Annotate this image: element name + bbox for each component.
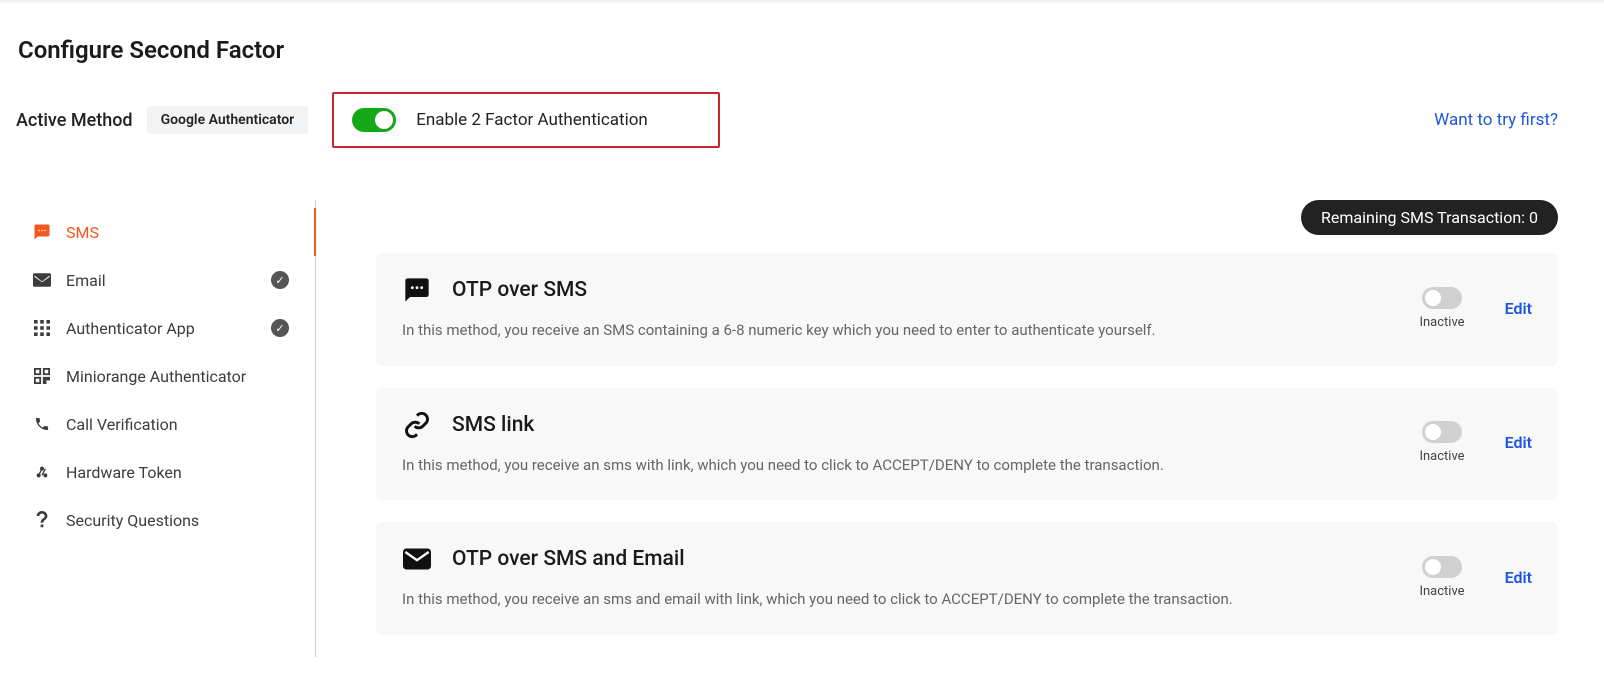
method-status-label: Inactive bbox=[1419, 584, 1464, 599]
sidebar-item-sms[interactable]: SMS bbox=[16, 208, 315, 256]
main-panel: Remaining SMS Transaction: 0 OTP over SM… bbox=[316, 200, 1588, 657]
active-method-label: Active Method bbox=[16, 110, 133, 131]
phone-icon bbox=[32, 414, 52, 434]
method-toggle[interactable] bbox=[1422, 287, 1462, 309]
method-toggle[interactable] bbox=[1422, 556, 1462, 578]
method-status-label: Inactive bbox=[1419, 449, 1464, 464]
active-method-badge: Google Authenticator bbox=[147, 106, 309, 134]
edit-link[interactable]: Edit bbox=[1505, 299, 1532, 318]
link-icon bbox=[402, 410, 432, 440]
active-method-block: Active Method Google Authenticator bbox=[16, 106, 308, 134]
question-icon bbox=[32, 510, 52, 530]
method-description: In this method, you receive an SMS conta… bbox=[402, 319, 1399, 342]
sidebar-item-label: Hardware Token bbox=[66, 463, 182, 482]
sidebar-item-label: Security Questions bbox=[66, 511, 199, 530]
check-icon: ✓ bbox=[271, 271, 289, 289]
sidebar-item-label: SMS bbox=[66, 223, 99, 242]
sidebar-item-label: Authenticator App bbox=[66, 319, 195, 338]
method-card-otp-sms-email: OTP over SMS and Email In this method, y… bbox=[376, 522, 1558, 635]
method-status-label: Inactive bbox=[1419, 315, 1464, 330]
enable-2fa-highlight: Enable 2 Factor Authentication bbox=[332, 92, 720, 148]
check-icon: ✓ bbox=[271, 319, 289, 337]
edit-link[interactable]: Edit bbox=[1505, 568, 1532, 587]
sidebar-item-email[interactable]: Email ✓ bbox=[16, 256, 315, 304]
enable-2fa-toggle[interactable] bbox=[352, 108, 396, 132]
method-card-sms-link: SMS link In this method, you receive an … bbox=[376, 388, 1558, 501]
sms-bubble-icon bbox=[402, 275, 432, 305]
grid-icon bbox=[32, 318, 52, 338]
method-title: OTP over SMS bbox=[452, 278, 587, 302]
sidebar-item-authenticator-app[interactable]: Authenticator App ✓ bbox=[16, 304, 315, 352]
envelope-icon bbox=[402, 544, 432, 574]
page-title: Configure Second Factor bbox=[18, 36, 1588, 64]
method-title: SMS link bbox=[452, 413, 534, 437]
method-title: OTP over SMS and Email bbox=[452, 547, 685, 571]
sidebar-item-hardware-token[interactable]: Hardware Token bbox=[16, 448, 315, 496]
enable-2fa-label: Enable 2 Factor Authentication bbox=[416, 110, 648, 130]
qr-icon bbox=[32, 366, 52, 386]
remaining-sms-badge: Remaining SMS Transaction: 0 bbox=[1301, 200, 1558, 235]
hardware-icon bbox=[32, 462, 52, 482]
sidebar-item-security-questions[interactable]: Security Questions bbox=[16, 496, 315, 544]
sidebar-item-label: Miniorange Authenticator bbox=[66, 367, 246, 386]
sidebar: SMS Email ✓ Authenticator App ✓ bbox=[16, 200, 316, 657]
sidebar-item-label: Email bbox=[66, 271, 106, 290]
method-description: In this method, you receive an sms with … bbox=[402, 454, 1399, 477]
edit-link[interactable]: Edit bbox=[1505, 433, 1532, 452]
sidebar-item-miniorange-authenticator[interactable]: Miniorange Authenticator bbox=[16, 352, 315, 400]
method-description: In this method, you receive an sms and e… bbox=[402, 588, 1399, 611]
sms-icon bbox=[32, 222, 52, 242]
try-first-link[interactable]: Want to try first? bbox=[1434, 110, 1558, 130]
method-card-otp-sms: OTP over SMS In this method, you receive… bbox=[376, 253, 1558, 366]
method-toggle[interactable] bbox=[1422, 421, 1462, 443]
header-row: Active Method Google Authenticator Enabl… bbox=[16, 92, 1588, 148]
sidebar-item-call-verification[interactable]: Call Verification bbox=[16, 400, 315, 448]
sidebar-item-label: Call Verification bbox=[66, 415, 178, 434]
email-icon bbox=[32, 270, 52, 290]
